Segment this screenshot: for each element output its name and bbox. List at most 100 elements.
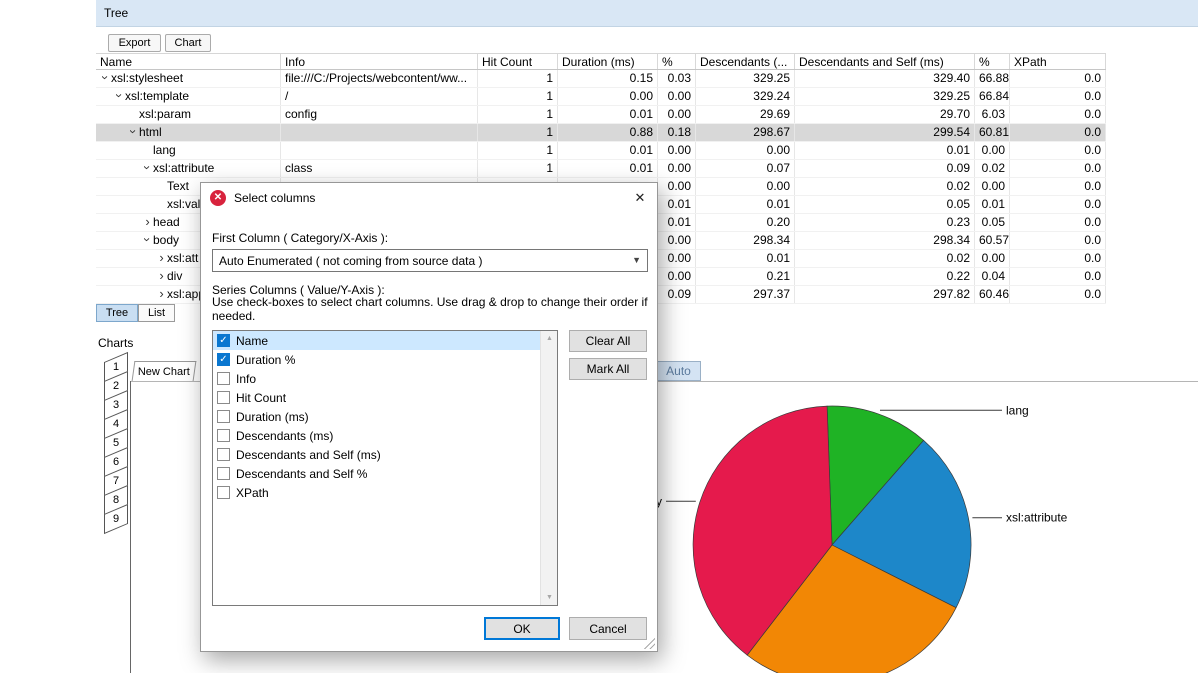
column-header[interactable]: % [658, 54, 696, 69]
tree-row-html[interactable]: ›html10.880.18298.67299.5460.810.0 [96, 124, 1106, 142]
info-cell: / [281, 88, 478, 105]
checkbox-icon[interactable] [217, 372, 230, 385]
charts-panel-title: Charts [98, 336, 133, 350]
column-header[interactable]: Hit Count [478, 54, 558, 69]
checkbox-icon[interactable] [217, 486, 230, 499]
value-cell: 29.70 [795, 106, 975, 123]
collapse-icon[interactable]: › [126, 126, 141, 137]
checkbox-icon[interactable] [217, 448, 230, 461]
scroll-down-icon[interactable]: ▼ [541, 590, 558, 605]
column-header[interactable]: Duration (ms) [558, 54, 658, 69]
ok-button[interactable]: OK [484, 617, 560, 640]
cancel-button[interactable]: Cancel [569, 617, 647, 640]
value-cell: 1 [478, 70, 558, 87]
new-chart-tab[interactable]: New Chart [132, 361, 197, 381]
collapse-icon[interactable]: › [140, 234, 155, 245]
value-cell: 0.15 [558, 70, 658, 87]
tree-row-xsl:attribute[interactable]: ›xsl:attributeclass10.010.000.070.090.02… [96, 160, 1106, 178]
value-cell: 0.0 [1010, 124, 1106, 141]
column-option-Duration %[interactable]: ✓Duration % [213, 350, 542, 369]
dialog-titlebar[interactable]: ✕ Select columns [201, 183, 657, 213]
clear-all-button[interactable]: Clear All [569, 330, 647, 352]
checkbox-icon[interactable]: ✓ [217, 353, 230, 366]
tree-row-xsl:stylesheet[interactable]: ›xsl:stylesheetfile:///C:/Projects/webco… [96, 70, 1106, 88]
column-header[interactable]: Name [96, 54, 281, 69]
checkbox-icon[interactable] [217, 429, 230, 442]
value-cell: 0.04 [975, 268, 1010, 285]
value-cell: 298.34 [795, 232, 975, 249]
checkbox-icon[interactable] [217, 410, 230, 423]
mark-all-button[interactable]: Mark All [569, 358, 647, 380]
column-option-Duration (ms)[interactable]: Duration (ms) [213, 407, 542, 426]
tree-panel-header: Tree [96, 0, 1198, 27]
column-header[interactable]: Descendants (... [696, 54, 795, 69]
expand-icon[interactable]: › [156, 268, 167, 283]
value-cell: 0.0 [1010, 250, 1106, 267]
collapse-icon[interactable]: › [140, 162, 155, 173]
name-cell: lang [96, 142, 281, 159]
collapse-icon[interactable]: › [112, 90, 127, 101]
column-option-Descendants (ms)[interactable]: Descendants (ms) [213, 426, 542, 445]
value-cell: 329.40 [795, 70, 975, 87]
value-cell: 0.00 [658, 250, 696, 267]
value-cell: 0.0 [1010, 196, 1106, 213]
tree-row-lang[interactable]: lang10.010.000.000.010.000.0 [96, 142, 1106, 160]
column-option-Descendants and Self (ms)[interactable]: Descendants and Self (ms) [213, 445, 542, 464]
column-option-XPath[interactable]: XPath [213, 483, 542, 502]
value-cell: 0.21 [696, 268, 795, 285]
scroll-up-icon[interactable]: ▲ [541, 331, 558, 346]
value-cell: 0.05 [975, 214, 1010, 231]
column-option-Descendants and Self %[interactable]: Descendants and Self % [213, 464, 542, 483]
value-cell: 0.18 [658, 124, 696, 141]
value-cell: 0.00 [658, 178, 696, 195]
tree-row-xsl:template[interactable]: ›xsl:template/10.000.00329.24329.2566.84… [96, 88, 1106, 106]
value-cell: 299.54 [795, 124, 975, 141]
value-cell: 297.37 [696, 286, 795, 303]
first-column-label: First Column ( Category/X-Axis ): [212, 231, 388, 245]
checkbox-icon[interactable] [217, 467, 230, 480]
checkbox-icon[interactable]: ✓ [217, 334, 230, 347]
value-cell: 0.00 [975, 178, 1010, 195]
name-cell: ›xsl:template [96, 88, 281, 105]
name-cell: xsl:param [96, 106, 281, 123]
value-cell: 0.09 [795, 160, 975, 177]
close-icon[interactable]: ✕ [623, 183, 657, 213]
column-option-Hit Count[interactable]: Hit Count [213, 388, 542, 407]
column-header[interactable]: Info [281, 54, 478, 69]
value-cell: 6.03 [975, 106, 1010, 123]
pie-slice-label: xsl:attribute [1006, 511, 1068, 525]
chart-button[interactable]: Chart [165, 34, 211, 52]
column-option-Info[interactable]: Info [213, 369, 542, 388]
tab-list[interactable]: List [138, 304, 175, 322]
value-cell: 0.00 [696, 142, 795, 159]
expand-icon[interactable]: › [156, 286, 167, 301]
first-column-dropdown[interactable]: Auto Enumerated ( not coming from source… [212, 249, 648, 272]
tree-row-xsl:param[interactable]: xsl:paramconfig10.010.0029.6929.706.030.… [96, 106, 1106, 124]
value-cell: 0.22 [795, 268, 975, 285]
value-cell: 0.00 [658, 268, 696, 285]
value-cell: 0.01 [558, 160, 658, 177]
series-help-text: Use check-boxes to select chart columns.… [212, 296, 650, 323]
collapse-icon[interactable]: › [98, 72, 113, 83]
value-cell: 0.0 [1010, 160, 1106, 177]
column-option-Name[interactable]: ✓Name [213, 331, 542, 350]
list-scrollbar[interactable]: ▲ ▼ [540, 331, 557, 605]
column-header[interactable]: XPath [1010, 54, 1106, 69]
expand-icon[interactable]: › [142, 214, 153, 229]
column-header[interactable]: Descendants and Self (ms) [795, 54, 975, 69]
expand-icon[interactable]: › [156, 250, 167, 265]
tab-tree[interactable]: Tree [96, 304, 138, 322]
app-icon: ✕ [210, 190, 226, 206]
export-button[interactable]: Export [108, 34, 161, 52]
auto-button[interactable]: Auto [656, 361, 701, 381]
value-cell: 29.69 [696, 106, 795, 123]
value-cell: 0.01 [696, 196, 795, 213]
value-cell: 0.01 [658, 214, 696, 231]
column-header[interactable]: % [975, 54, 1010, 69]
value-cell: 0.02 [795, 178, 975, 195]
value-cell: 0.23 [795, 214, 975, 231]
checkbox-icon[interactable] [217, 391, 230, 404]
value-cell: 329.25 [696, 70, 795, 87]
info-cell: config [281, 106, 478, 123]
value-cell: 297.82 [795, 286, 975, 303]
